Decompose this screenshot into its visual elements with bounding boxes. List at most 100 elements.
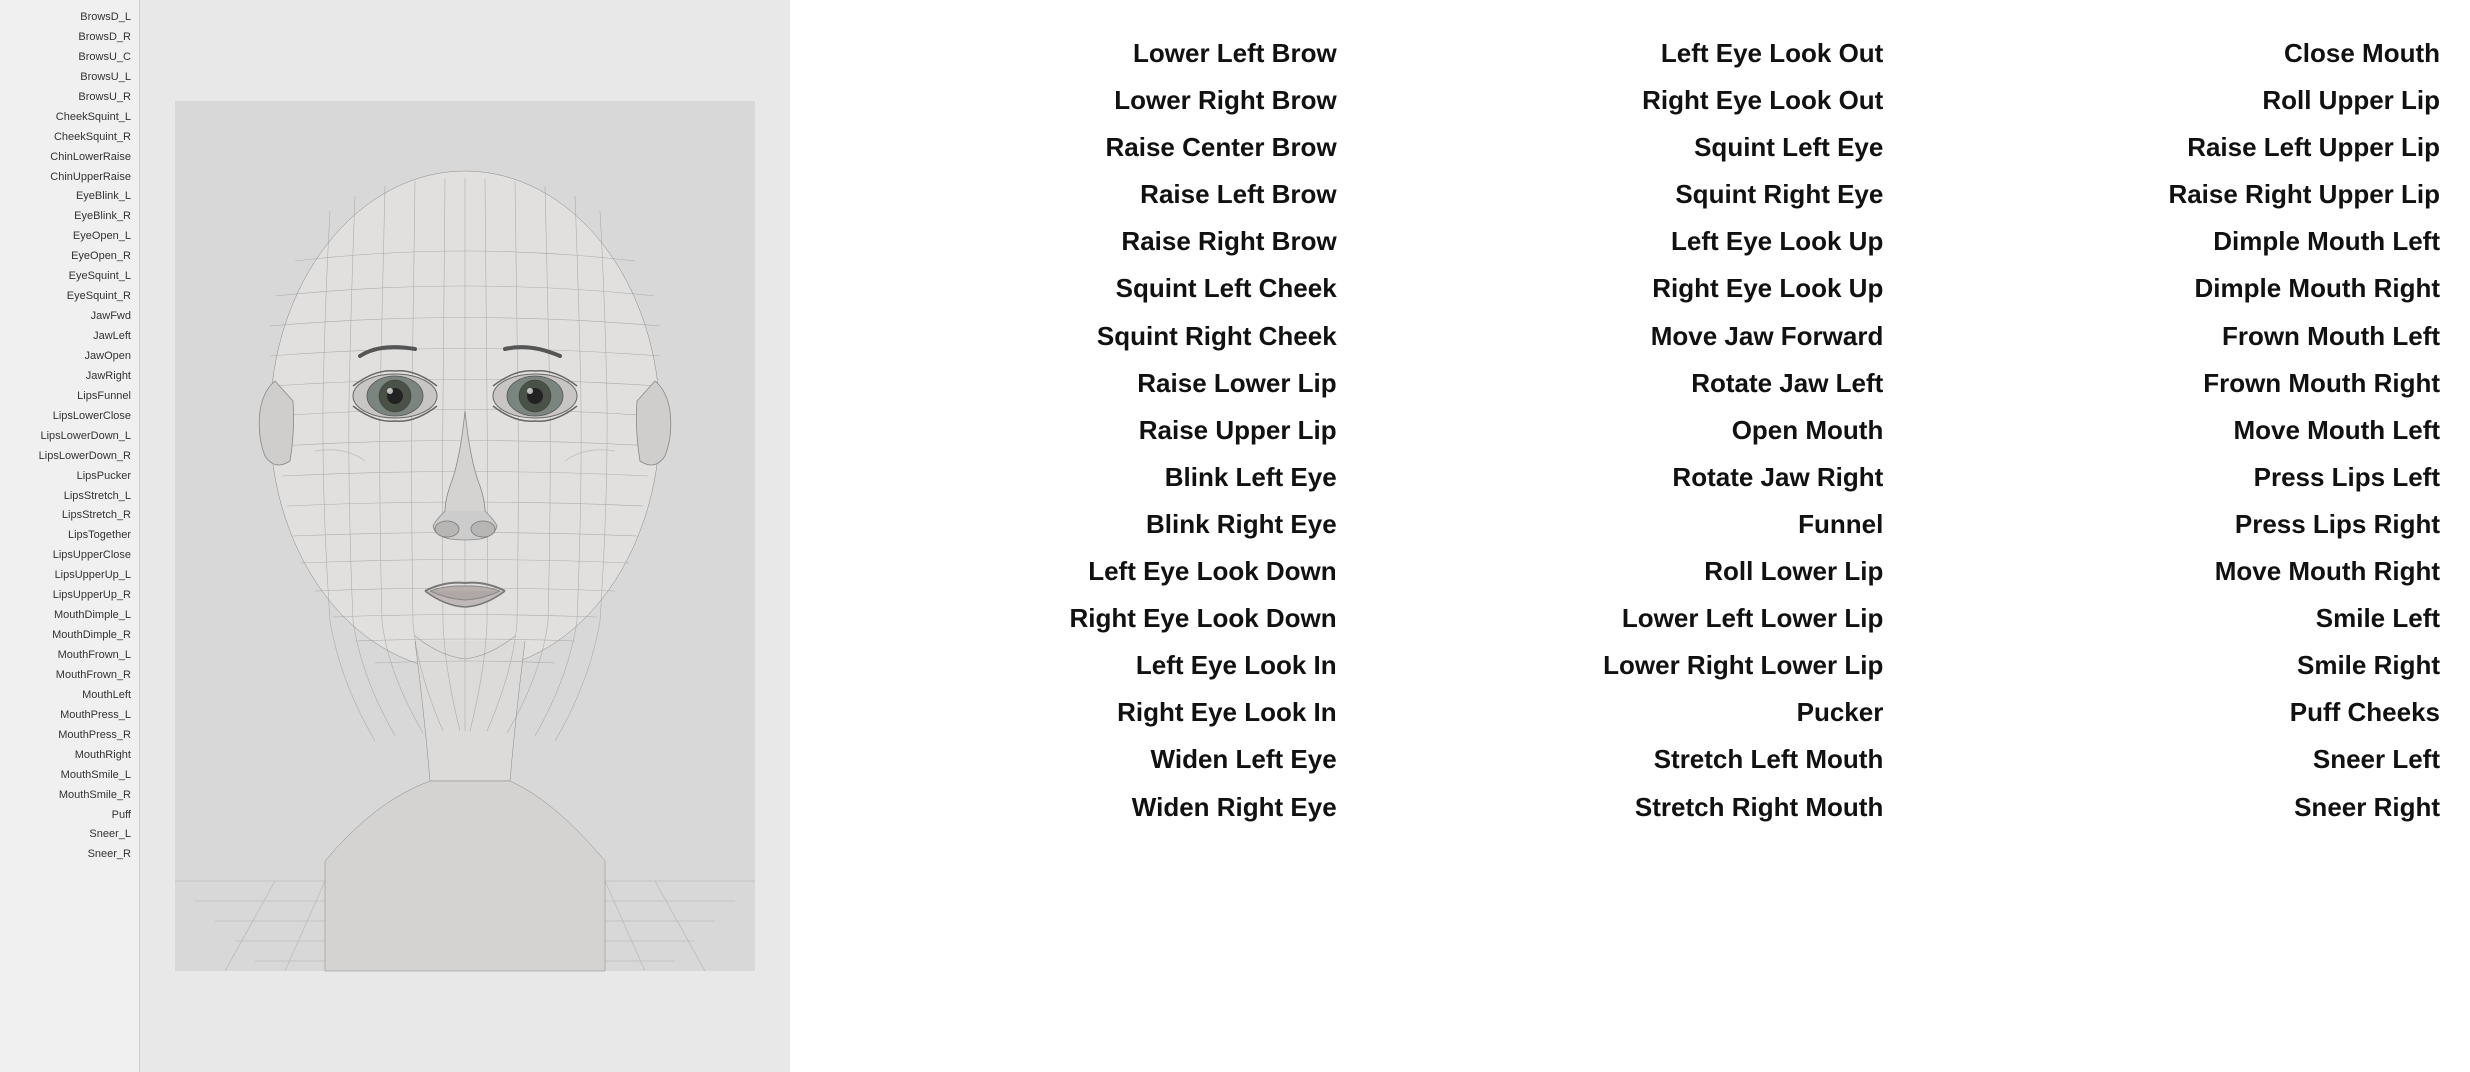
param-item: BrowsD_R [0,28,139,48]
param-item: EyeSquint_L [0,267,139,287]
label-item: Move Mouth Right [1903,548,2450,595]
param-item: EyeSquint_R [0,287,139,307]
label-column-1: Lower Left BrowLower Right BrowRaise Cen… [810,30,1357,1042]
param-item: MouthFrown_R [0,666,139,686]
label-item: Puff Cheeks [1903,689,2450,736]
label-item: Open Mouth [1357,407,1904,454]
param-item: LipsUpperClose [0,546,139,566]
param-item: LipsUpperUp_L [0,566,139,586]
label-item: Lower Right Lower Lip [1357,642,1904,689]
label-item: Lower Right Brow [810,77,1357,124]
label-item: Sneer Left [1903,736,2450,783]
label-item: Raise Right Brow [810,218,1357,265]
label-item: Rotate Jaw Left [1357,360,1904,407]
param-item: EyeBlink_R [0,207,139,227]
label-item: Close Mouth [1903,30,2450,77]
param-item: JawRight [0,367,139,387]
label-item: Press Lips Left [1903,454,2450,501]
label-item: Blink Right Eye [810,501,1357,548]
face-model [175,86,755,986]
label-column-2: Left Eye Look OutRight Eye Look OutSquin… [1357,30,1904,1042]
param-item: EyeBlink_L [0,187,139,207]
label-item: Blink Left Eye [810,454,1357,501]
param-item: Sneer_R [0,845,139,865]
param-item: JawFwd [0,307,139,327]
label-item: Roll Upper Lip [1903,77,2450,124]
param-item: MouthSmile_R [0,786,139,806]
param-item: MouthRight [0,746,139,766]
label-item: Raise Upper Lip [810,407,1357,454]
param-item: LipsTogether [0,526,139,546]
label-item: Widen Left Eye [810,736,1357,783]
label-item: Smile Left [1903,595,2450,642]
label-item: Lower Left Brow [810,30,1357,77]
label-item: Raise Lower Lip [810,360,1357,407]
param-item: MouthFrown_L [0,646,139,666]
label-item: Pucker [1357,689,1904,736]
param-item: Puff [0,806,139,826]
label-item: Squint Right Eye [1357,171,1904,218]
param-item: Sneer_L [0,825,139,845]
label-item: Frown Mouth Right [1903,360,2450,407]
face-viewport [140,0,790,1072]
label-item: Raise Right Upper Lip [1903,171,2450,218]
label-item: Right Eye Look Up [1357,265,1904,312]
param-item: ChinLowerRaise [0,148,139,168]
param-item: LipsLowerDown_R [0,447,139,467]
label-item: Left Eye Look Down [810,548,1357,595]
label-item: Stretch Left Mouth [1357,736,1904,783]
label-item: Squint Left Eye [1357,124,1904,171]
param-item: LipsFunnel [0,387,139,407]
param-item: MouthDimple_L [0,606,139,626]
label-item: Roll Lower Lip [1357,548,1904,595]
label-item: Funnel [1357,501,1904,548]
label-item: Dimple Mouth Right [1903,265,2450,312]
label-item: Left Eye Look Up [1357,218,1904,265]
param-item: MouthDimple_R [0,626,139,646]
label-item: Left Eye Look Out [1357,30,1904,77]
label-column-3: Close MouthRoll Upper LipRaise Left Uppe… [1903,30,2450,1042]
label-item: Right Eye Look Out [1357,77,1904,124]
label-item: Frown Mouth Left [1903,313,2450,360]
label-item: Widen Right Eye [810,784,1357,831]
label-item: Dimple Mouth Left [1903,218,2450,265]
param-item: EyeOpen_L [0,227,139,247]
label-item: Squint Right Cheek [810,313,1357,360]
face-mesh-svg [175,86,755,986]
param-item: MouthPress_L [0,706,139,726]
param-item: LipsPucker [0,467,139,487]
param-item: BrowsD_L [0,8,139,28]
label-item: Lower Left Lower Lip [1357,595,1904,642]
param-item: MouthSmile_L [0,766,139,786]
param-item: JawLeft [0,327,139,347]
param-item: LipsLowerClose [0,407,139,427]
parameter-list: BrowsD_LBrowsD_RBrowsU_CBrowsU_LBrowsU_R… [0,0,140,1072]
label-item: Move Jaw Forward [1357,313,1904,360]
label-item: Raise Center Brow [810,124,1357,171]
labels-panel: Lower Left BrowLower Right BrowRaise Cen… [790,0,2470,1072]
param-item: ChinUpperRaise [0,168,139,188]
label-item: Raise Left Upper Lip [1903,124,2450,171]
label-item: Sneer Right [1903,784,2450,831]
param-item: BrowsU_R [0,88,139,108]
param-item: LipsStretch_L [0,487,139,507]
param-item: LipsStretch_R [0,506,139,526]
param-item: BrowsU_C [0,48,139,68]
param-item: MouthPress_R [0,726,139,746]
label-item: Move Mouth Left [1903,407,2450,454]
param-item: LipsUpperUp_R [0,586,139,606]
label-item: Right Eye Look In [810,689,1357,736]
param-item: LipsLowerDown_L [0,427,139,447]
param-item: BrowsU_L [0,68,139,88]
label-item: Right Eye Look Down [810,595,1357,642]
param-item: EyeOpen_R [0,247,139,267]
label-item: Rotate Jaw Right [1357,454,1904,501]
param-item: JawOpen [0,347,139,367]
param-item: CheekSquint_R [0,128,139,148]
param-item: CheekSquint_L [0,108,139,128]
label-item: Smile Right [1903,642,2450,689]
param-item: MouthLeft [0,686,139,706]
label-item: Press Lips Right [1903,501,2450,548]
label-item: Squint Left Cheek [810,265,1357,312]
label-item: Raise Left Brow [810,171,1357,218]
